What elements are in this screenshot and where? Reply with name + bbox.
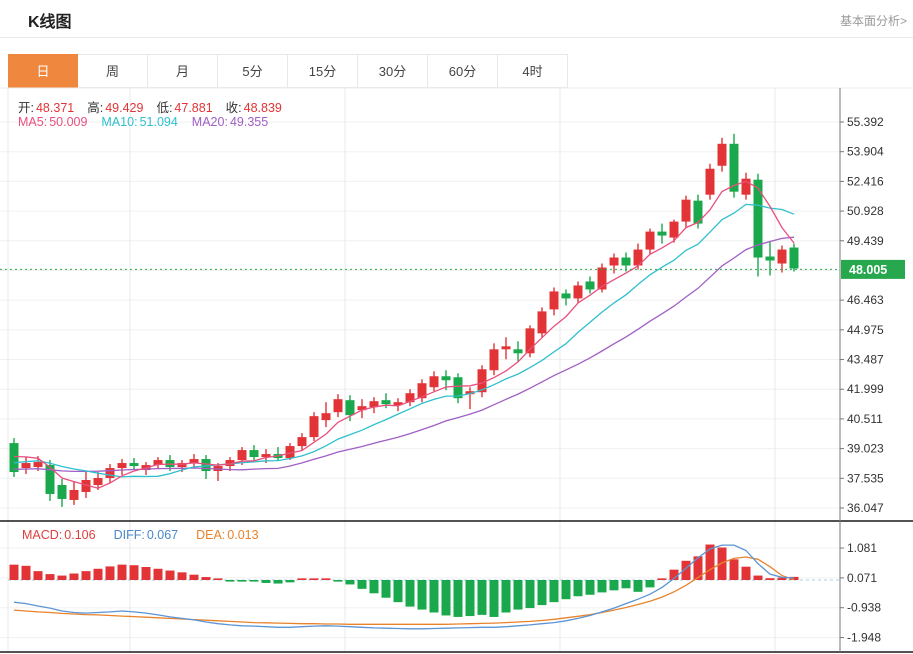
current-price-tag: 48.005 — [841, 260, 905, 279]
svg-text:55.392: 55.392 — [847, 115, 884, 129]
svg-text:41.999: 41.999 — [847, 382, 884, 396]
ohlc-row-item: 高:49.429 — [87, 97, 143, 116]
legend-value: 0.106 — [64, 528, 95, 542]
legend-label: DIFF: — [114, 528, 145, 542]
legend-value: 49.355 — [230, 115, 268, 129]
legend-value: 0.067 — [147, 528, 178, 542]
ma-row-item: MA5:50.009 — [18, 115, 87, 129]
macd-layer — [10, 545, 799, 629]
legend-label: 高: — [87, 101, 103, 115]
legend-value: 49.429 — [105, 101, 143, 115]
svg-text:49.439: 49.439 — [847, 234, 884, 248]
ohlc-row-item: 收:48.839 — [226, 97, 282, 116]
svg-text:48.005: 48.005 — [849, 263, 887, 277]
svg-text:1.081: 1.081 — [847, 541, 877, 555]
svg-text:0.071: 0.071 — [847, 571, 877, 585]
svg-text:40.511: 40.511 — [847, 412, 883, 426]
svg-text:52.416: 52.416 — [847, 174, 884, 188]
legend-value: 48.839 — [244, 101, 282, 115]
ma-legend: MA5:50.009 MA10:51.094 MA20:49.355 — [18, 115, 268, 129]
legend-label: 开: — [18, 101, 34, 115]
price-axis: 55.392 53.904 52.416 50.928 49.439 46.463 44.9… — [840, 115, 884, 515]
macd-legend: MACD:0.106 DIFF:0.067 DEA:0.013 — [22, 528, 259, 542]
svg-text:37.535: 37.535 — [847, 471, 884, 485]
legend-label: DEA: — [196, 528, 225, 542]
candles-layer — [10, 134, 799, 507]
svg-text:43.487: 43.487 — [847, 353, 884, 367]
ma-row-item: MA20:49.355 — [192, 115, 268, 129]
legend-label: 收: — [226, 101, 242, 115]
svg-text:44.975: 44.975 — [847, 323, 884, 337]
legend-label: 低: — [156, 101, 172, 115]
ohlc-row-item: 开:48.371 — [18, 97, 74, 116]
ma-row-item: MA10:51.094 — [101, 115, 177, 129]
legend-label: MA5: — [18, 115, 47, 129]
svg-text:50.928: 50.928 — [847, 204, 884, 218]
legend-value: 51.094 — [140, 115, 178, 129]
legend-value: 50.009 — [49, 115, 87, 129]
legend-value: 0.013 — [227, 528, 258, 542]
macd-row-item: MACD:0.106 — [22, 528, 96, 542]
legend-label: MACD: — [22, 528, 62, 542]
macd-row-item: DIFF:0.067 — [114, 528, 179, 542]
svg-text:46.463: 46.463 — [847, 293, 884, 307]
legend-label: MA20: — [192, 115, 228, 129]
ma20-line — [14, 237, 794, 471]
legend-value: 47.881 — [174, 101, 212, 115]
svg-text:39.023: 39.023 — [847, 442, 884, 456]
ohlc-legend: 开:48.371 高:49.429 低:47.881 收:48.839 — [18, 97, 282, 116]
macd-row-item: DEA:0.013 — [196, 528, 258, 542]
svg-text:-1.948: -1.948 — [847, 631, 881, 645]
svg-text:53.904: 53.904 — [847, 145, 884, 159]
legend-value: 48.371 — [36, 101, 74, 115]
ohlc-row-item: 低:47.881 — [156, 97, 212, 116]
svg-text:36.047: 36.047 — [847, 501, 884, 515]
svg-text:-0.938: -0.938 — [847, 601, 881, 615]
legend-label: MA10: — [101, 115, 137, 129]
macd-axis: 1.081 0.071 -0.938 -1.948 — [840, 541, 881, 645]
